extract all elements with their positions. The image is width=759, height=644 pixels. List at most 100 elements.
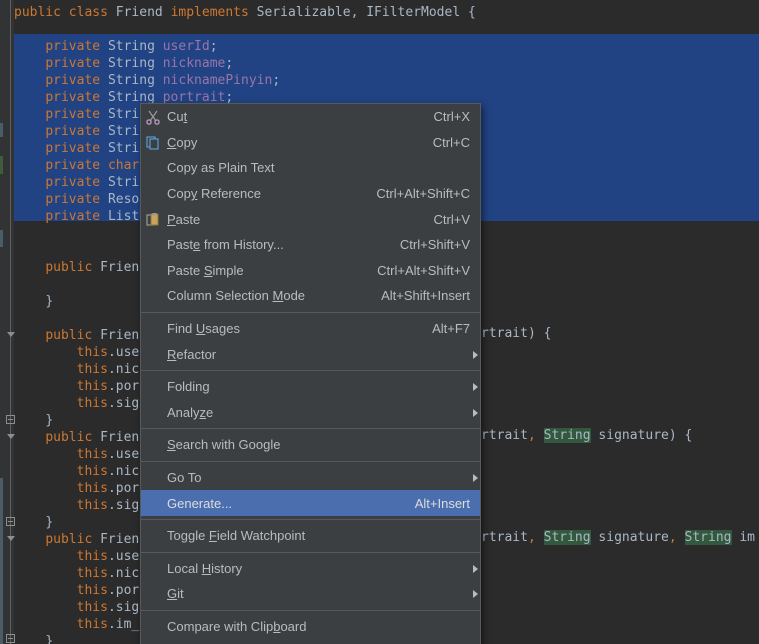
chevron-right-icon — [464, 556, 480, 581]
vcs-marker-modified-2 — [0, 230, 3, 247]
code-line-fragment: rtrait) { — [481, 325, 759, 342]
vcs-marker-modified — [0, 123, 3, 137]
menu-item-analyze[interactable]: Analyze — [141, 400, 480, 426]
ide-editor-window: public class Friend implements Serializa… — [0, 0, 759, 644]
menu-item-label: Generate... — [167, 495, 233, 511]
code-token: String — [543, 530, 591, 545]
menu-separator — [141, 609, 480, 611]
menu-item-icon-slot — [141, 283, 167, 308]
menu-item-icon-slot — [141, 432, 167, 457]
menu-item-icon-slot — [141, 465, 167, 490]
menu-item-label: Paste from History... — [167, 237, 284, 253]
menu-separator — [141, 311, 480, 313]
code-token: String — [684, 530, 732, 545]
menu-item-cut[interactable]: Cut Ctrl+X — [141, 104, 480, 130]
menu-item-search-with-google[interactable]: Search with Google — [141, 432, 480, 458]
menu-item-paste-simple[interactable]: Paste Simple Ctrl+Alt+Shift+V — [141, 258, 480, 284]
menu-item-icon-slot — [141, 181, 167, 206]
menu-item-label: Paste — [167, 211, 201, 227]
menu-item-local-history[interactable]: Local History — [141, 556, 480, 582]
code-token: String — [543, 428, 591, 443]
menu-item-file-encoding[interactable]: File Encoding — [141, 639, 480, 644]
vcs-marker-modified-3 — [0, 478, 3, 644]
menu-item-icon-slot — [141, 155, 167, 180]
vcs-marker-added — [0, 156, 3, 174]
cut-icon — [141, 104, 167, 129]
menu-item-icon-slot — [141, 491, 167, 516]
editor-context-menu[interactable]: Cut Ctrl+X Copy Ctrl+C Copy as Plain Text Cop… — [140, 103, 481, 644]
menu-item-toggle-field-watchpoint[interactable]: Toggle Field Watchpoint — [141, 523, 480, 549]
menu-item-refactor[interactable]: Refactor — [141, 341, 480, 367]
paste-icon — [141, 207, 167, 232]
menu-separator — [141, 460, 480, 462]
menu-item-icon-slot — [141, 523, 167, 548]
menu-item-generate[interactable]: Generate... Alt+Insert — [141, 490, 480, 516]
menu-item-icon-slot — [141, 400, 167, 425]
menu-item-shortcut: Ctrl+V — [433, 211, 470, 227]
menu-item-shortcut: Ctrl+Shift+V — [399, 237, 470, 253]
menu-item-compare-with-clipboard[interactable]: Compare with Clipboard — [141, 614, 480, 640]
menu-item-copy-as-plain-text[interactable]: Copy as Plain Text — [141, 155, 480, 181]
menu-item-label: Analyze — [167, 404, 214, 420]
code-token: rtrait — [481, 530, 528, 545]
chevron-right-icon — [464, 374, 480, 399]
menu-item-label: Copy Reference — [167, 186, 261, 202]
menu-item-shortcut: Alt+F7 — [432, 321, 470, 337]
menu-item-icon-slot — [141, 232, 167, 257]
menu-item-copy-reference[interactable]: Copy Reference Ctrl+Alt+Shift+C — [141, 181, 480, 207]
menu-item-label: Find Usages — [167, 321, 240, 337]
menu-item-label: Folding — [167, 379, 210, 395]
menu-item-label: Search with Google — [167, 437, 281, 453]
menu-item-label: Local History — [167, 560, 243, 576]
code-token: rtrait — [481, 428, 528, 443]
code-token: signature — [590, 530, 669, 545]
menu-item-label: Compare with Clipboard — [167, 618, 307, 634]
menu-separator — [141, 428, 480, 430]
menu-item-icon-slot — [141, 556, 167, 581]
menu-item-go-to[interactable]: Go To — [141, 465, 480, 491]
menu-item-label: Paste Simple — [167, 262, 244, 278]
menu-separator — [141, 518, 480, 520]
menu-item-label: Go To — [167, 470, 202, 486]
code-token: signature) { — [590, 428, 693, 443]
menu-item-icon-slot — [141, 342, 167, 367]
menu-item-find-usages[interactable]: Find Usages Alt+F7 — [141, 316, 480, 342]
chevron-right-icon — [464, 465, 480, 490]
menu-item-label: Copy as Plain Text — [167, 160, 275, 176]
menu-item-paste[interactable]: Paste Ctrl+V — [141, 206, 480, 232]
menu-item-folding[interactable]: Folding — [141, 374, 480, 400]
chevron-right-icon — [464, 581, 480, 606]
menu-item-shortcut: Ctrl+Alt+Shift+V — [377, 262, 470, 278]
code-token: , — [527, 530, 544, 545]
code-line-fragment: rtrait, String signature) { — [481, 427, 759, 444]
menu-item-shortcut: Ctrl+C — [432, 134, 470, 150]
chevron-right-icon — [464, 400, 480, 425]
menu-item-label: Git — [167, 586, 184, 602]
menu-item-shortcut: Ctrl+X — [433, 109, 470, 125]
code-token: im — [731, 530, 755, 545]
menu-item-label: Column Selection Mode — [167, 288, 306, 304]
menu-item-label: Copy — [167, 134, 198, 150]
menu-item-git[interactable]: Git — [141, 581, 480, 607]
code-token: , — [527, 428, 544, 443]
menu-item-copy[interactable]: Copy Ctrl+C — [141, 130, 480, 156]
gutter-vertical-line — [10, 0, 11, 644]
menu-item-icon-slot — [141, 258, 167, 283]
menu-separator — [141, 369, 480, 371]
menu-item-paste-from-history[interactable]: Paste from History... Ctrl+Shift+V — [141, 232, 480, 258]
code-token: , — [668, 530, 685, 545]
menu-item-shortcut: Alt+Insert — [414, 495, 470, 511]
menu-item-icon-slot — [141, 316, 167, 341]
menu-item-shortcut: Ctrl+Alt+Shift+C — [376, 186, 470, 202]
editor-gutter[interactable] — [0, 0, 15, 644]
menu-separator — [141, 551, 480, 553]
menu-item-icon-slot — [141, 581, 167, 606]
code-token: rtrait) { — [481, 326, 552, 341]
menu-item-label: Toggle Field Watchpoint — [167, 528, 306, 544]
menu-item-label: Refactor — [167, 346, 217, 362]
copy-icon — [141, 130, 167, 155]
menu-item-icon-slot — [141, 374, 167, 399]
code-line-fragment: rtrait, String signature, String im — [481, 529, 759, 546]
menu-item-label: Cut — [167, 109, 188, 125]
menu-item-column-selection-mode[interactable]: Column Selection Mode Alt+Shift+Insert — [141, 283, 480, 309]
